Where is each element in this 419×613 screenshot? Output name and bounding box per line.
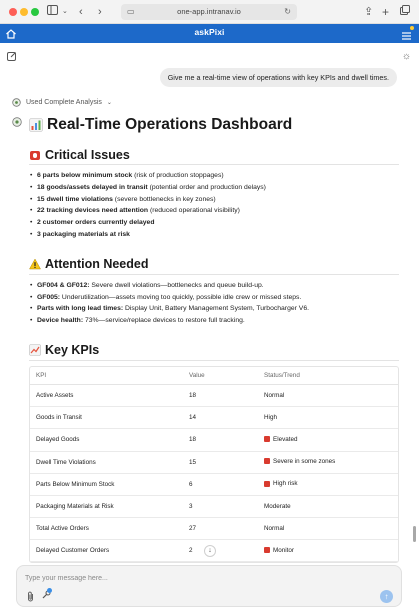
kpi-name-cell: Delayed Customer Orders bbox=[30, 540, 183, 563]
critical-issues-heading: Critical Issues bbox=[29, 145, 399, 164]
list-item: GF005: Underutilization—assets moving to… bbox=[29, 292, 399, 304]
assistant-avatar-icon bbox=[12, 117, 22, 127]
attention-needed-list: GF004 & GF012: Severe dwell violations—b… bbox=[29, 280, 399, 327]
minimize-window-button[interactable] bbox=[20, 8, 28, 16]
list-item: 15 dwell time violations (severe bottlen… bbox=[29, 194, 399, 206]
kpi-status-cell: Normal bbox=[258, 385, 398, 408]
app-header: askPixi bbox=[0, 24, 419, 43]
bar-chart-icon bbox=[29, 118, 43, 132]
theme-toggle-icon[interactable]: ☼ bbox=[402, 51, 411, 62]
message-composer: ↑ bbox=[16, 565, 402, 607]
analysis-indicator[interactable]: Used Complete Analysis ⌄ bbox=[12, 98, 112, 107]
kpi-name-cell: Packaging Materials at Risk bbox=[30, 496, 183, 519]
alert-flag-icon bbox=[264, 480, 270, 487]
warning-icon bbox=[29, 258, 41, 270]
column-header-kpi: KPI bbox=[30, 367, 183, 385]
trend-chart-icon bbox=[29, 344, 41, 357]
kpi-name-cell: Total Active Orders bbox=[30, 518, 183, 541]
alert-flag-icon bbox=[264, 436, 270, 443]
table-row: Parts Below Minimum Stock 6 High risk bbox=[30, 474, 398, 496]
list-item: 6 parts below minimum stock (risk of pro… bbox=[29, 170, 399, 182]
app-title: askPixi bbox=[194, 27, 225, 37]
column-header-value: Value bbox=[183, 367, 258, 385]
url-text: one-app.intranav.io bbox=[177, 7, 241, 16]
list-item: 2 customer orders currently delayed bbox=[29, 217, 399, 229]
list-item: Parts with long lead times: Display Unit… bbox=[29, 303, 399, 315]
user-message: Give me a real-time view of operations w… bbox=[159, 68, 397, 87]
kpi-status-cell: High bbox=[258, 407, 398, 430]
alert-flag-icon bbox=[264, 458, 270, 465]
address-bar[interactable]: ▭ one-app.intranav.io ↻ bbox=[121, 4, 297, 20]
message-input[interactable] bbox=[25, 572, 325, 584]
kpi-name-cell: Goods in Transit bbox=[30, 407, 183, 430]
tab-overview-icon[interactable] bbox=[400, 4, 410, 20]
new-chat-icon[interactable] bbox=[7, 51, 17, 64]
section-divider bbox=[29, 273, 399, 275]
kpi-name-cell: Parts Below Minimum Stock bbox=[30, 474, 183, 496]
critical-issues-list: 6 parts below minimum stock (risk of pro… bbox=[29, 170, 399, 241]
reload-icon[interactable]: ↻ bbox=[284, 4, 291, 20]
notification-dot bbox=[410, 26, 414, 30]
kpi-status-cell: Elevated bbox=[258, 429, 398, 452]
section-divider bbox=[29, 164, 399, 165]
list-item: 18 goods/assets delayed in transit (pote… bbox=[29, 182, 399, 194]
kpi-value-cell: 6 bbox=[183, 474, 258, 496]
kpi-status-cell: Moderate bbox=[258, 496, 398, 519]
sidebar-toggle-icon[interactable] bbox=[47, 4, 58, 20]
kpi-name-cell: Active Assets bbox=[30, 385, 183, 408]
analysis-label: Used Complete Analysis bbox=[26, 99, 102, 106]
dashboard-title: Real-Time Operations Dashboard bbox=[29, 113, 399, 137]
scroll-down-button[interactable]: ↓ bbox=[204, 545, 216, 557]
kpi-value-cell: 18 bbox=[183, 385, 258, 408]
share-icon[interactable]: ⇪ bbox=[364, 4, 373, 20]
user-message-text: Give me a real-time view of operations w… bbox=[167, 73, 389, 82]
table-header-row: KPI Value Status/Trend bbox=[30, 367, 398, 385]
kpi-value-cell: 14 bbox=[183, 407, 258, 430]
list-item: Device health: 73%—service/replace devic… bbox=[29, 315, 399, 327]
kpi-status-cell: Normal bbox=[258, 518, 398, 541]
page-icon: ▭ bbox=[127, 7, 135, 16]
kpi-table: KPI Value Status/Trend Active Assets 18 No… bbox=[29, 365, 399, 564]
chevron-down-icon: ⌄ bbox=[106, 100, 112, 106]
list-item: 3 packaging materials at risk bbox=[29, 229, 399, 241]
siren-icon bbox=[30, 150, 40, 160]
back-icon[interactable]: ‹ bbox=[79, 4, 83, 20]
kpi-value-cell: 15 bbox=[183, 452, 258, 474]
attention-needed-heading: Attention Needed bbox=[29, 255, 399, 274]
chevron-down-icon[interactable]: ⌄ bbox=[62, 4, 68, 20]
table-row: Packaging Materials at Risk 3 Moderate bbox=[30, 496, 398, 519]
table-row: Dwell Time Violations 15 Severe in some zo… bbox=[30, 452, 398, 474]
section-divider bbox=[29, 359, 399, 361]
column-header-status: Status/Trend bbox=[258, 367, 398, 385]
send-button[interactable]: ↑ bbox=[380, 590, 393, 603]
sparkle-icon bbox=[12, 98, 21, 107]
key-kpis-heading: Key KPIs bbox=[29, 341, 399, 360]
forward-icon[interactable]: › bbox=[98, 4, 102, 20]
new-tab-icon[interactable]: + bbox=[382, 4, 389, 20]
tools-badge bbox=[47, 588, 52, 593]
zoom-window-button[interactable] bbox=[31, 8, 39, 16]
list-item: GF004 & GF012: Severe dwell violations—b… bbox=[29, 280, 399, 292]
kpi-name-cell: Delayed Goods bbox=[30, 429, 183, 452]
kpi-name-cell: Dwell Time Violations bbox=[30, 452, 183, 474]
kpi-status-cell: Monitor bbox=[258, 540, 398, 563]
table-row: Goods in Transit 14 High bbox=[30, 407, 398, 430]
close-window-button[interactable] bbox=[9, 8, 17, 16]
scrollbar-thumb[interactable] bbox=[413, 526, 416, 542]
list-item: 22 tracking devices need attention (redu… bbox=[29, 205, 399, 217]
kpi-value-cell: 27 bbox=[183, 518, 258, 541]
kpi-value-cell: 2 bbox=[183, 540, 258, 563]
table-row: Active Assets 18 Normal bbox=[30, 385, 398, 408]
assistant-response: Real-Time Operations Dashboard Critical … bbox=[29, 113, 399, 564]
kpi-value-cell: 3 bbox=[183, 496, 258, 519]
kpi-value-cell: 18 bbox=[183, 429, 258, 452]
alert-flag-icon bbox=[264, 547, 270, 554]
kpi-status-cell: High risk bbox=[258, 474, 398, 496]
table-row: Total Active Orders 27 Normal bbox=[30, 518, 398, 541]
paperclip-icon[interactable] bbox=[26, 591, 35, 605]
table-row: Delayed Goods 18 Elevated bbox=[30, 429, 398, 452]
kpi-status-cell: Severe in some zones bbox=[258, 452, 398, 474]
browser-toolbar: ⌄ ‹ › ▭ one-app.intranav.io ↻ ⇪ + bbox=[0, 0, 419, 24]
